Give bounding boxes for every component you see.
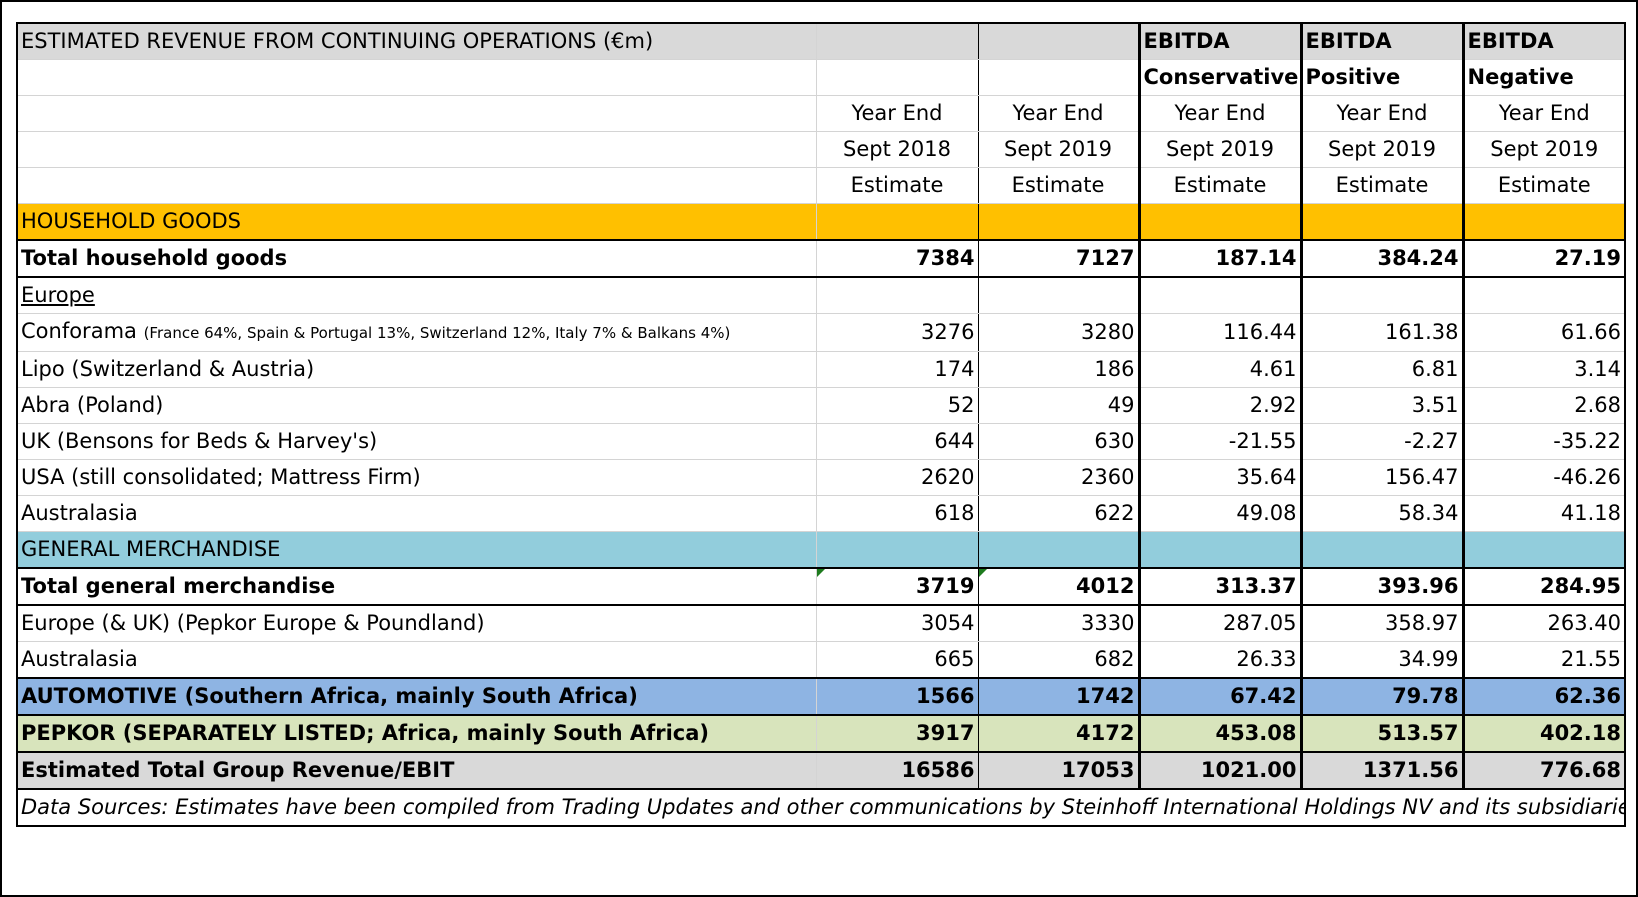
- europe-subheading: Europe: [21, 283, 95, 307]
- section-general: GENERAL MERCHANDISE: [17, 531, 1626, 569]
- col4-line2: Sept 2019: [1301, 131, 1465, 168]
- col5-line1: Year End: [1463, 95, 1626, 132]
- col3-line1: Year End: [1139, 95, 1303, 132]
- col1-line1: Year End: [816, 95, 979, 132]
- table-row-pepkor: PEPKOR (SEPARATELY LISTED; Africa, mainl…: [17, 715, 1626, 753]
- col3-sub: Conservative: [1139, 59, 1303, 96]
- col3-line3: Estimate: [1139, 167, 1303, 204]
- col2-line1: Year End: [978, 95, 1141, 132]
- col5-line3: Estimate: [1463, 167, 1626, 204]
- table-title: ESTIMATED REVENUE FROM CONTINUING OPERAT…: [17, 23, 817, 60]
- col3-line2: Sept 2019: [1139, 131, 1303, 168]
- table-row: Lipo (Switzerland & Austria) 174 186 4.6…: [17, 351, 1626, 388]
- section-household-label: HOUSEHOLD GOODS: [17, 203, 817, 241]
- col5-line2: Sept 2019: [1463, 131, 1626, 168]
- table-row: Europe: [17, 277, 1626, 314]
- col2-line3: Estimate: [978, 167, 1141, 204]
- table-row: Total household goods 7384 7127 187.14 3…: [17, 240, 1626, 278]
- col2-line2: Sept 2019: [978, 131, 1141, 168]
- table-row: Conforama (France 64%, Spain & Portugal …: [17, 313, 1626, 352]
- col2-top: [978, 23, 1141, 60]
- col4-sub: Positive: [1301, 59, 1465, 96]
- col3-top: EBITDA: [1139, 23, 1303, 60]
- col4-top: EBITDA: [1301, 23, 1465, 60]
- table-row: Europe (& UK) (Pepkor Europe & Poundland…: [17, 605, 1626, 642]
- table-row: Australasia 618 622 49.08 58.34 41.18: [17, 495, 1626, 532]
- col1-line2: Sept 2018: [816, 131, 979, 168]
- header-row-4: Sept 2018 Sept 2019 Sept 2019 Sept 2019 …: [17, 131, 1626, 168]
- col1-top: [816, 23, 979, 60]
- col5-top: EBITDA: [1463, 23, 1626, 60]
- table-row: UK (Bensons for Beds & Harvey's) 644 630…: [17, 423, 1626, 460]
- section-household: HOUSEHOLD GOODS: [17, 203, 1626, 241]
- col5-sub: Negative: [1463, 59, 1626, 96]
- table-row: Total general merchandise 3719 4012 313.…: [17, 568, 1626, 606]
- header-row-3: Year End Year End Year End Year End Year…: [17, 95, 1626, 132]
- col4-line1: Year End: [1301, 95, 1465, 132]
- table-row: Australasia 665 682 26.33 34.99 21.55: [17, 641, 1626, 679]
- spreadsheet-frame: ESTIMATED REVENUE FROM CONTINUING OPERAT…: [0, 0, 1638, 897]
- table-row-automotive: AUTOMOTIVE (Southern Africa, mainly Sout…: [17, 678, 1626, 716]
- col1-line3: Estimate: [816, 167, 979, 204]
- table-row-group-total: Estimated Total Group Revenue/EBIT 16586…: [17, 752, 1626, 790]
- header-row-5: Estimate Estimate Estimate Estimate Esti…: [17, 167, 1626, 204]
- revenue-table: ESTIMATED REVENUE FROM CONTINUING OPERAT…: [16, 22, 1626, 827]
- header-row-2: Conservative Positive Negative: [17, 59, 1626, 96]
- footnote-row: Data Sources: Estimates have been compil…: [17, 788, 1626, 827]
- col4-line3: Estimate: [1301, 167, 1465, 204]
- table-row: Abra (Poland) 52 49 2.92 3.51 2.68: [17, 387, 1626, 424]
- table-row: USA (still consolidated; Mattress Firm) …: [17, 459, 1626, 496]
- data-sources-note: Data Sources: Estimates have been compil…: [17, 788, 1626, 827]
- section-general-label: GENERAL MERCHANDISE: [17, 531, 817, 569]
- header-row-1: ESTIMATED REVENUE FROM CONTINUING OPERAT…: [17, 23, 1626, 60]
